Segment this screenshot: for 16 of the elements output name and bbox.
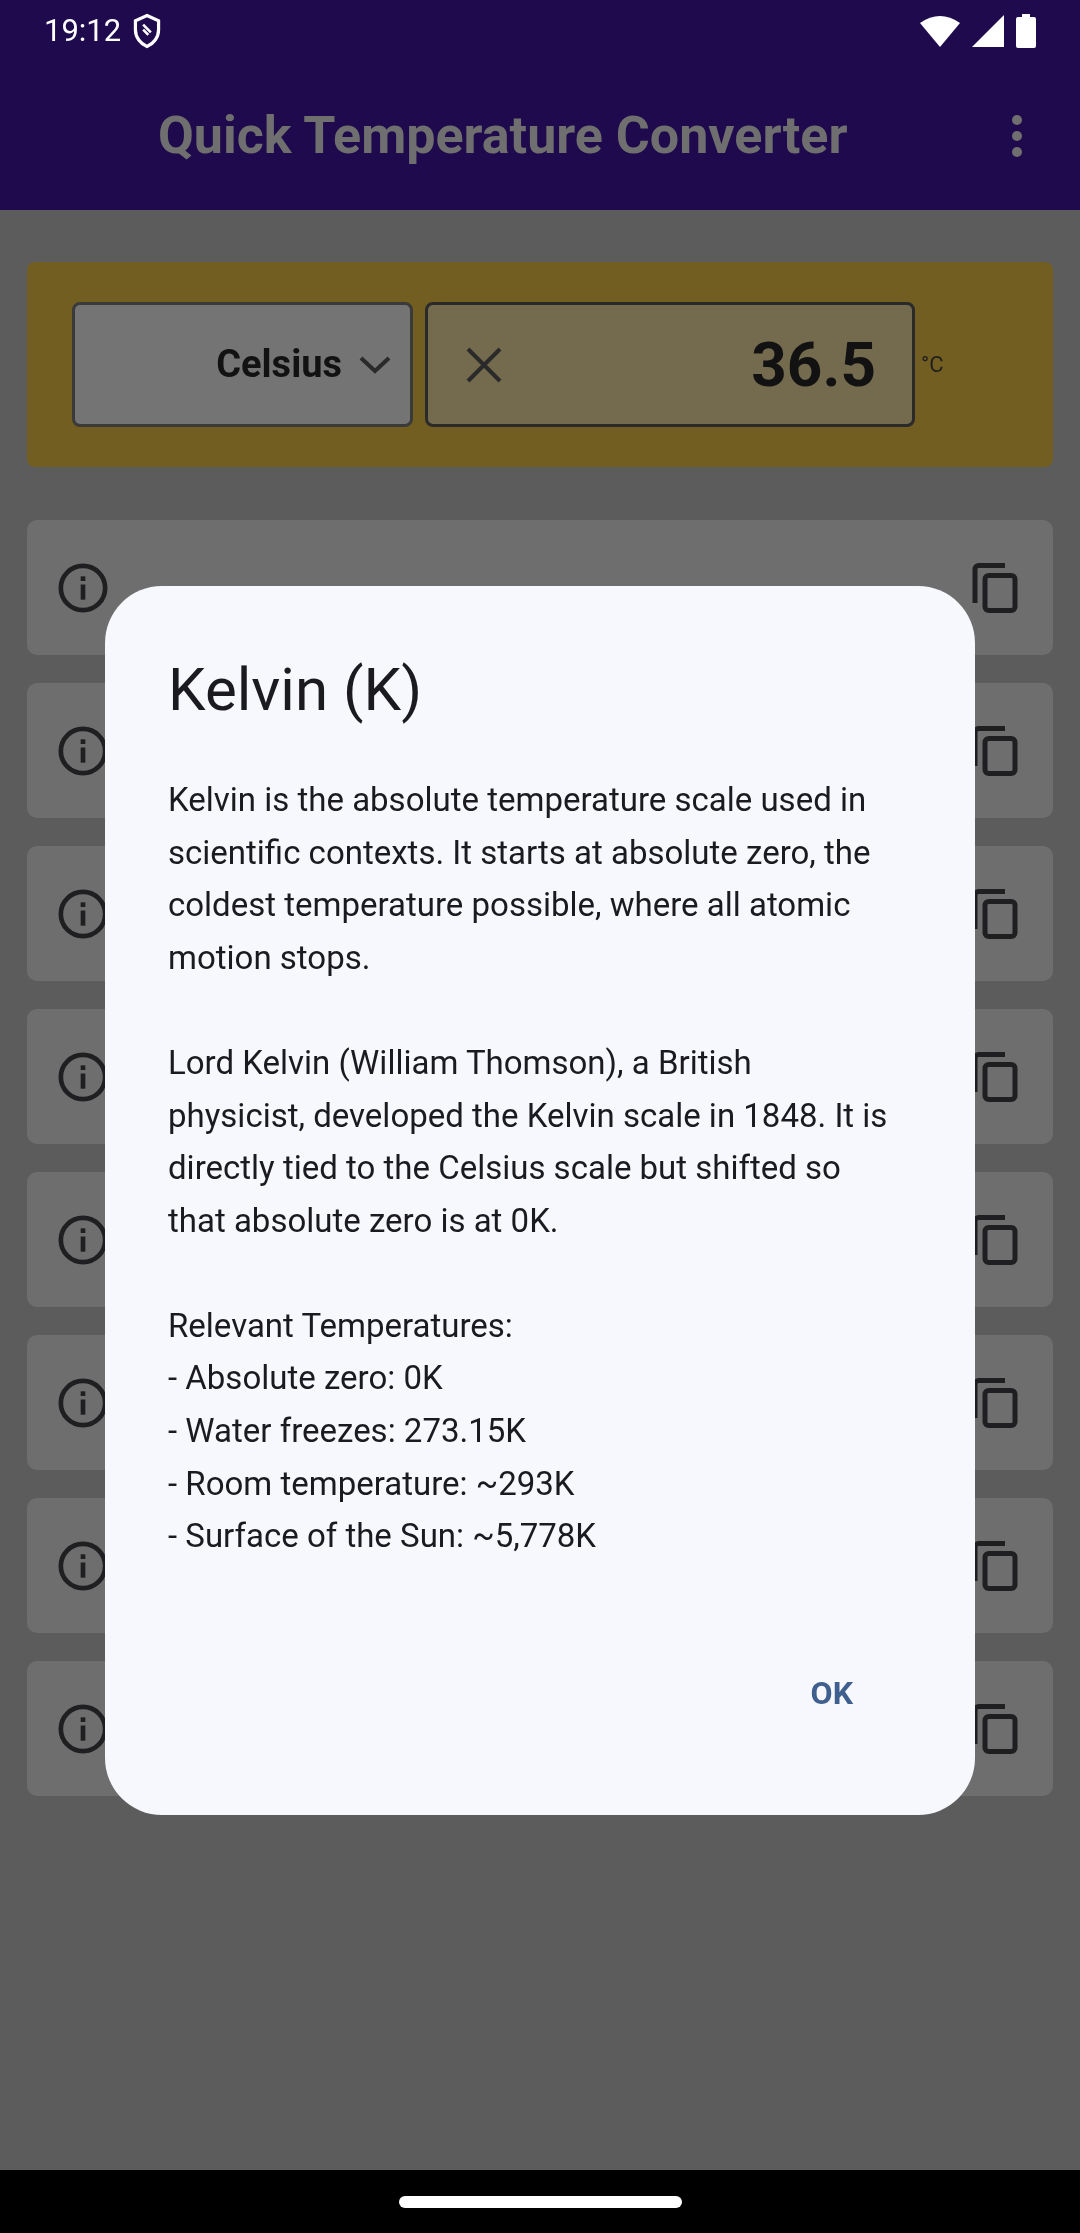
battery-icon <box>1016 14 1036 48</box>
signal-icon <box>972 15 1004 47</box>
unit-symbol: °C <box>921 351 944 379</box>
chevron-down-icon <box>358 354 392 375</box>
ok-button[interactable]: OK <box>798 1659 865 1727</box>
status-time: 19:12 <box>44 10 122 51</box>
more-options-icon[interactable] <box>1010 114 1024 158</box>
unit-dropdown[interactable]: Celsius <box>72 302 413 427</box>
dialog-title: Kelvin (K) <box>168 654 424 726</box>
wifi-icon <box>920 15 960 47</box>
dialog-paragraph: Relevant Temperatures: - Absolute zero: 0K - Water freezes: 273.15K - Room temperature: ~293K - Surface of the Sun: ~5,778K <box>168 1304 598 1558</box>
home-indicator[interactable] <box>398 2195 682 2208</box>
dialog-paragraph: Lord Kelvin (William Thomson), a British physicist, developed the Kelvin scale in 1848. It is directly tied to the Celsius scale but shifted so that absolute zero is at 0K. <box>168 1041 889 1242</box>
app-title: Quick Temperature Converter <box>158 104 848 168</box>
dialog-paragraph: Kelvin is the absolute temperature scale used in scientific contexts. It starts at absolute zero, the coldest temperature possible, where all atomic motion stops. <box>168 779 872 980</box>
temperature-input-field[interactable]: 36.5 <box>425 302 915 427</box>
